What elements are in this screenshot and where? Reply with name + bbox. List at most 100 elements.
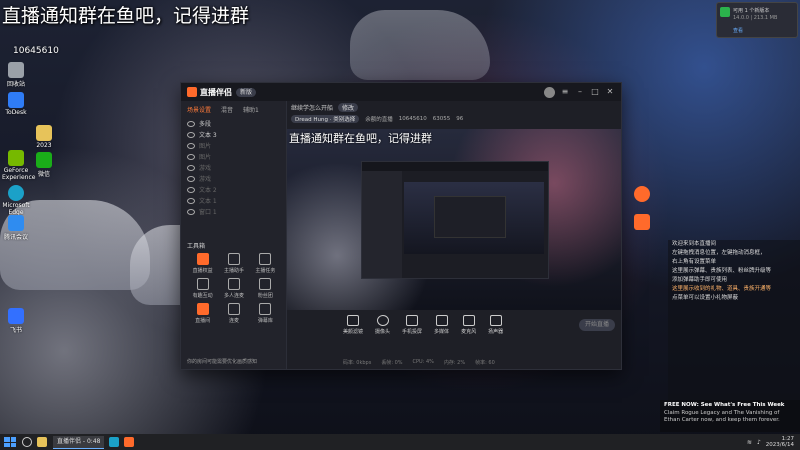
tool-item[interactable]: 直播间: [187, 303, 218, 324]
tool-item[interactable]: 弹幕库: [250, 303, 281, 324]
file-explorer-icon[interactable]: [37, 437, 47, 447]
tool-item[interactable]: 主播助手: [218, 253, 249, 274]
stream-headline: 直播通知群在鱼吧，记得进群: [2, 5, 250, 27]
eye-icon[interactable]: [187, 208, 195, 215]
app-main: 继续学怎么开船 修改 Dread Hung · 类别选择 余额的直播 10645…: [287, 101, 621, 369]
tool-icon: [227, 278, 240, 290]
scene-item[interactable]: 文本 2: [187, 184, 280, 195]
eye-icon[interactable]: [187, 175, 195, 182]
tools-grid: 直播权益 主播助手 主播任务 有趣互动 多人连麦 粉丝团 直播间 连麦 弹幕库: [187, 253, 281, 324]
stream-info: 继续学怎么开船 修改: [287, 101, 621, 113]
speaker-button[interactable]: 扬声器: [488, 315, 503, 335]
menu-icon[interactable]: ≡: [560, 87, 570, 97]
eye-icon[interactable]: [187, 164, 195, 171]
maximize-icon[interactable]: □: [590, 87, 600, 97]
eye-icon[interactable]: [187, 153, 195, 160]
tab-aux[interactable]: 辅助1: [243, 105, 259, 114]
control-label: 手机投屏: [402, 329, 423, 335]
taskbar: 直播伴侣 - 0:48 ≋ ♪ 1:27 2023/6/14: [0, 434, 800, 450]
eye-icon[interactable]: [187, 142, 195, 149]
orange-widget-icon[interactable]: [634, 186, 650, 202]
streaming-app-taskbar-icon[interactable]: [124, 437, 135, 447]
scene-item[interactable]: 游戏: [187, 173, 280, 184]
edge-taskbar-icon[interactable]: [109, 437, 120, 447]
stream-title: 继续学怎么开船: [291, 104, 334, 112]
app-logo-icon: [187, 87, 197, 97]
search-icon[interactable]: [22, 437, 32, 447]
scene-item[interactable]: 文本 3: [187, 129, 280, 140]
avatar[interactable]: [544, 86, 555, 98]
eye-icon[interactable]: [187, 120, 195, 127]
edge-icon[interactable]: Microsoft Edge: [2, 185, 30, 216]
scene-item[interactable]: 文本 1: [187, 195, 280, 206]
scene-item-label: 文本 2: [199, 187, 217, 194]
scene-item[interactable]: 图片: [187, 151, 280, 162]
eye-icon[interactable]: [187, 131, 195, 138]
windows-start-icon[interactable]: [4, 437, 16, 447]
car-image: [350, 10, 490, 80]
control-label: 美颜滤镜: [343, 329, 364, 335]
eye-icon[interactable]: [187, 197, 195, 204]
scene-item[interactable]: 游戏: [187, 162, 280, 173]
beauty-icon: [347, 315, 359, 326]
control-label: 扬声器: [488, 329, 504, 335]
todesk-icon[interactable]: ToDesk: [2, 92, 30, 116]
wechat-icon[interactable]: 微信: [30, 152, 58, 178]
orange-widget-icon[interactable]: [634, 214, 650, 230]
feishu-icon[interactable]: 飞书: [2, 308, 30, 334]
nested-preview: [404, 182, 544, 254]
tool-item[interactable]: 连麦: [218, 303, 249, 324]
desktop-icon-label: 回收站: [6, 81, 25, 88]
tool-item[interactable]: 主播任务: [250, 253, 281, 274]
chat-line: 点菜单可以设置小礼物屏蔽: [672, 295, 739, 301]
tool-icon: [259, 253, 272, 265]
geforce-icon[interactable]: GeForce Experience: [2, 150, 35, 181]
control-label: 摄像头: [375, 329, 391, 335]
edit-title-button[interactable]: 修改: [338, 102, 359, 112]
tool-label: 主播助手: [223, 268, 244, 274]
start-stream-button[interactable]: 开始直播: [579, 319, 615, 331]
taskbar-active-app[interactable]: 直播伴侣 - 0:48: [53, 435, 105, 449]
close-icon[interactable]: ✕: [605, 87, 615, 97]
tool-label: 主播任务: [255, 268, 276, 274]
desktop-icon-label: Microsoft Edge: [2, 202, 30, 216]
wifi-icon[interactable]: ≋: [747, 439, 752, 446]
microphone-button[interactable]: 麦克风: [461, 315, 476, 335]
tool-item[interactable]: 粉丝团: [250, 278, 281, 299]
promo-toast[interactable]: FREE NOW: See What's Free This Week Clai…: [660, 400, 800, 432]
tool-item[interactable]: 直播权益: [187, 253, 218, 274]
eye-icon[interactable]: [187, 186, 195, 193]
tool-icon: [196, 278, 209, 290]
notification-action[interactable]: 查看: [733, 27, 743, 34]
tab-mixer[interactable]: 混音: [221, 105, 233, 114]
status-bar: 码率: 0kbps 丢帧: 0% CPU: 4% 内存: 2% 帧率: 60: [287, 355, 621, 369]
meeting-icon[interactable]: 腾讯会议: [2, 215, 30, 241]
sidebar-hint[interactable]: 你的房间可能需要优化画质感知: [187, 358, 257, 365]
beauty-filter-button[interactable]: 美颜滤镜: [343, 315, 363, 335]
tool-item[interactable]: 有趣互动: [187, 278, 218, 299]
notification-body: 14.0.0 | 213.1 MB: [733, 15, 778, 21]
media-icon: [435, 315, 448, 326]
category-button[interactable]: Dread Hung · 类别选择: [291, 114, 360, 123]
camera-button[interactable]: 摄像头: [375, 315, 390, 335]
update-notification[interactable]: 可用 1 个新版本 14.0.0 | 213.1 MB 查看: [716, 2, 798, 38]
tool-icon: [227, 253, 240, 265]
folder-icon[interactable]: 2023: [30, 125, 58, 149]
promo-title: FREE NOW: See What's Free This Week: [664, 402, 785, 408]
scene-item-label: 游戏: [199, 165, 212, 172]
chat-line: 添加弹幕助手即可使用: [672, 277, 728, 283]
tool-item[interactable]: 多人连麦: [218, 278, 249, 299]
scene-item[interactable]: 窗口 1: [187, 206, 280, 217]
stream-preview[interactable]: 直播通知群在鱼吧，记得进群: [287, 129, 621, 310]
streaming-app-window: 直播伴侣 新版 ≡ – □ ✕ 场景设置 混音 辅助1 多段 文本 3 图片 图…: [180, 82, 622, 370]
tab-scenes[interactable]: 场景设置: [187, 105, 211, 114]
clock[interactable]: 1:27 2023/6/14: [766, 436, 794, 448]
recycle-bin-icon[interactable]: 回收站: [2, 62, 30, 88]
media-button[interactable]: 多媒体: [434, 315, 449, 335]
volume-icon[interactable]: ♪: [757, 439, 761, 446]
scene-item[interactable]: 图片: [187, 140, 280, 151]
version-pill[interactable]: 新版: [236, 87, 257, 97]
scene-item[interactable]: 多段: [187, 118, 280, 129]
minimize-icon[interactable]: –: [575, 87, 585, 97]
phone-cast-button[interactable]: 手机投屏: [402, 315, 422, 335]
